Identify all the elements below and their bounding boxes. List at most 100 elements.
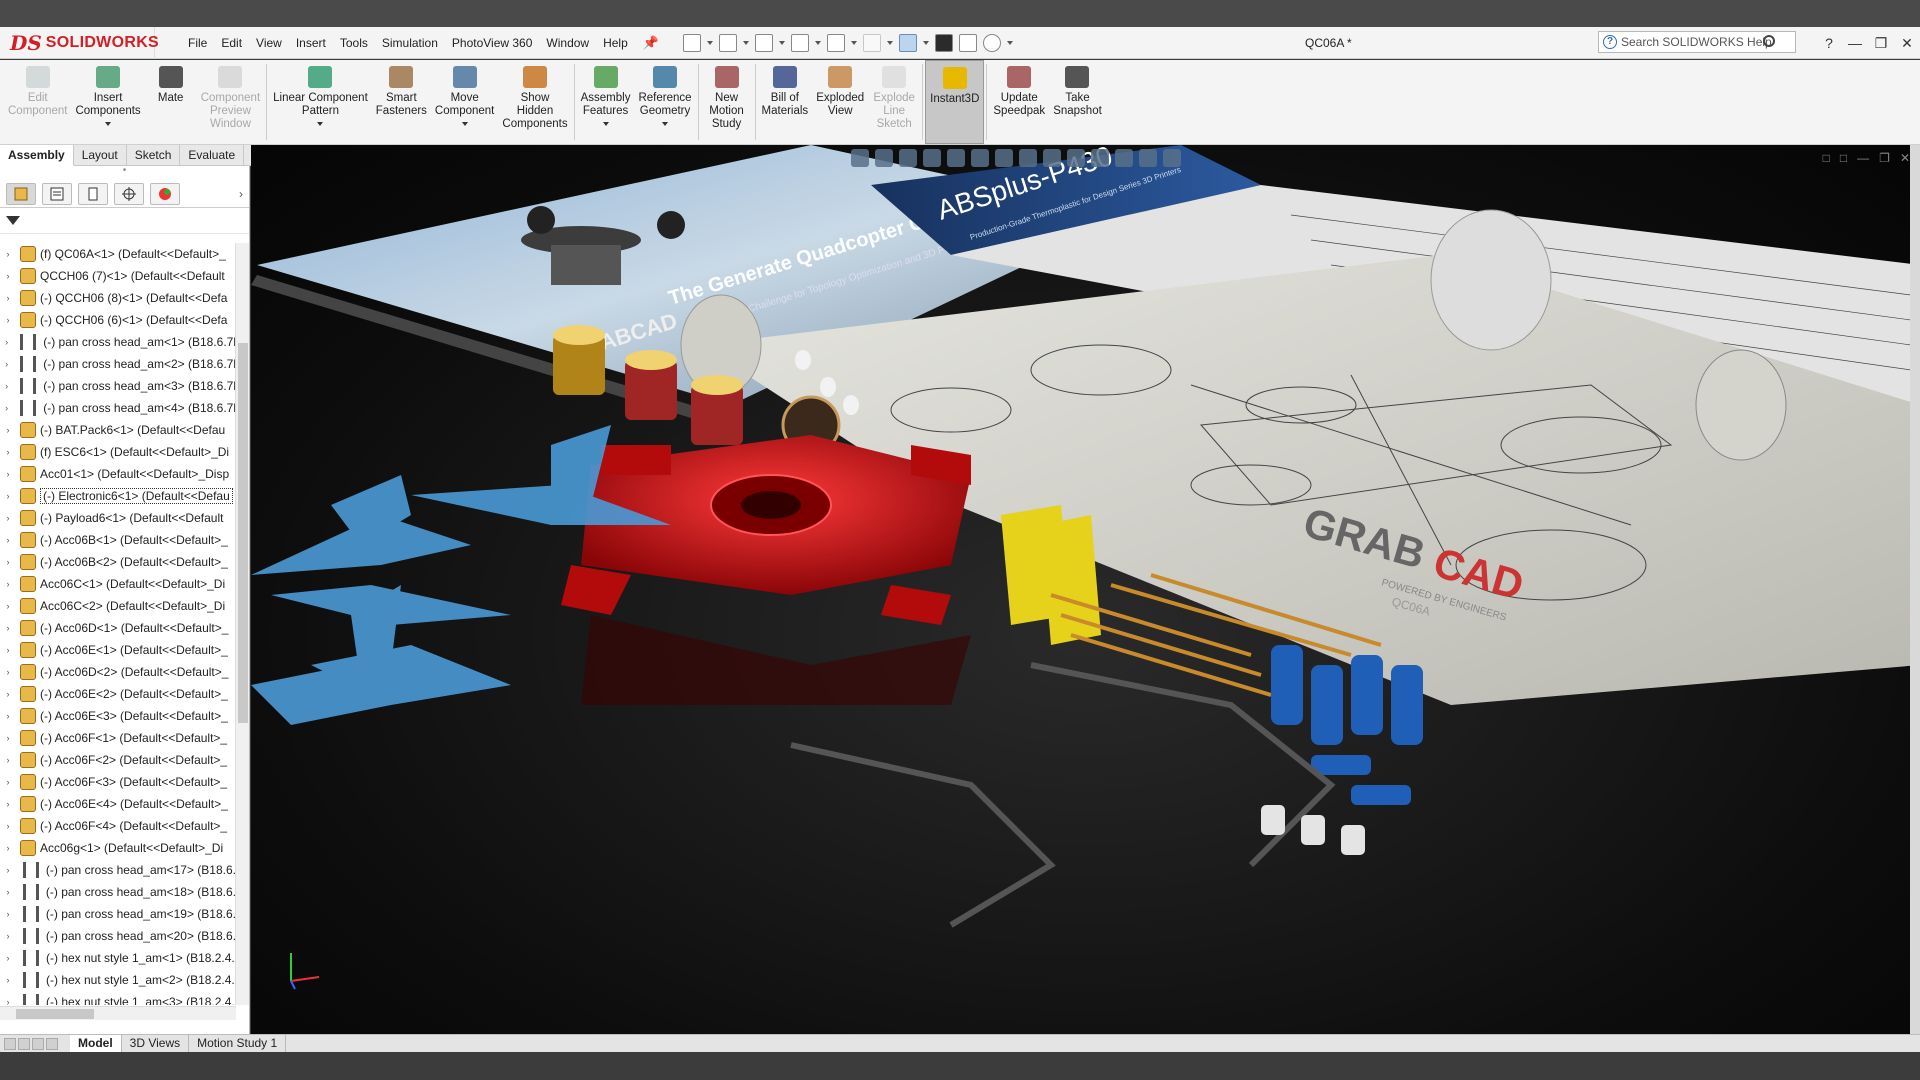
split-view-icon[interactable]: □: [1823, 151, 1830, 165]
expand-arrow-icon[interactable]: ›: [0, 733, 16, 743]
tree-item[interactable]: › QCCH06 (7)<1> (Default<<Default: [0, 265, 236, 287]
expand-arrow-icon[interactable]: ›: [0, 491, 16, 501]
expand-arrow-icon[interactable]: ›: [0, 865, 16, 875]
expand-arrow-icon[interactable]: ›: [0, 381, 13, 391]
menu-edit[interactable]: Edit: [214, 36, 249, 50]
tree-item[interactable]: › (-) Acc06E<1> (Default<<Default>_: [0, 639, 236, 661]
tree-item[interactable]: › (-) hex nut style 1_am<1> (B18.2.4.: [0, 947, 236, 969]
viewport-minimize-icon[interactable]: —: [1857, 151, 1869, 165]
zoom-to-fit-icon[interactable]: [851, 149, 869, 167]
expand-arrow-icon[interactable]: ›: [0, 887, 16, 897]
menu-tools[interactable]: Tools: [333, 36, 375, 50]
tree-item[interactable]: › (-) hex nut style 1_am<3> (B18.2.4.: [0, 991, 236, 1005]
tree-item[interactable]: › (-) pan cross head_am<1> (B18.6.7l: [0, 331, 236, 353]
display-manager-icon[interactable]: [150, 182, 180, 205]
dynamic-annotation-icon[interactable]: [947, 149, 965, 167]
exploded-view-button[interactable]: Exploded View: [812, 60, 868, 144]
chevron-down-icon[interactable]: [706, 40, 713, 45]
tree-item[interactable]: › (-) Payload6<1> (Default<<Default: [0, 507, 236, 529]
bottom-tab-3d-views[interactable]: 3D Views: [122, 1035, 190, 1052]
tree-vertical-scrollbar[interactable]: [235, 243, 249, 1005]
new-motion-study-button[interactable]: New Motion Study: [701, 60, 753, 144]
assembly-features-button[interactable]: Assembly Features: [577, 60, 635, 144]
expand-arrow-icon[interactable]: ›: [0, 843, 16, 853]
task-pane-strip[interactable]: [1910, 145, 1920, 1034]
chevron-down-icon[interactable]: [461, 122, 468, 126]
tree-item[interactable]: › (f) QC06A<1> (Default<<Default>_: [0, 243, 236, 265]
view-settings-icon[interactable]: [1163, 149, 1181, 167]
chevron-down-icon[interactable]: [778, 40, 785, 45]
tree-item[interactable]: › (-) hex nut style 1_am<2> (B18.2.4.: [0, 969, 236, 991]
dimxpert-icon[interactable]: [114, 182, 144, 205]
tree-item[interactable]: › (-) Acc06F<1> (Default<<Default>_: [0, 727, 236, 749]
chevron-down-icon[interactable]: [662, 122, 668, 126]
pin-icon[interactable]: 📌: [643, 35, 659, 51]
first-tab-icon[interactable]: [4, 1037, 16, 1050]
feature-tree-icon[interactable]: [6, 182, 36, 205]
take-snapshot-button[interactable]: Take Snapshot: [1049, 60, 1106, 144]
menu-photoview-360[interactable]: PhotoView 360: [445, 36, 540, 50]
expand-arrow-icon[interactable]: ›: [0, 425, 16, 435]
tree-item[interactable]: › (-) pan cross head_am<2> (B18.6.7l: [0, 353, 236, 375]
tree-item[interactable]: › (-) Acc06E<3> (Default<<Default>_: [0, 705, 236, 727]
save-icon[interactable]: [754, 33, 773, 52]
undo-icon[interactable]: [826, 33, 845, 52]
menu-window[interactable]: Window: [539, 36, 596, 50]
expand-arrow-icon[interactable]: ›: [0, 513, 16, 523]
viewport-restore-icon[interactable]: ❐: [1879, 151, 1890, 165]
expand-arrow-icon[interactable]: ›: [0, 777, 16, 787]
select-arrow-icon[interactable]: [898, 33, 917, 52]
bottom-tab-model[interactable]: Model: [70, 1035, 122, 1052]
move-icon[interactable]: [1019, 149, 1037, 167]
expand-arrow-icon[interactable]: ›: [0, 953, 16, 963]
menu-view[interactable]: View: [249, 36, 289, 50]
tree-item[interactable]: › Acc01<1> (Default<<Default>_Disp: [0, 463, 236, 485]
tab-assembly[interactable]: Assembly: [0, 145, 74, 166]
expand-arrow-icon[interactable]: ›: [0, 623, 16, 633]
expand-arrow-icon[interactable]: ›: [0, 403, 13, 413]
property-manager-icon[interactable]: [42, 182, 72, 205]
expand-arrow-icon[interactable]: ›: [0, 249, 16, 259]
expand-arrow-icon[interactable]: ›: [0, 667, 16, 677]
file-properties-icon[interactable]: [958, 33, 977, 52]
zoom-to-area-icon[interactable]: [875, 149, 893, 167]
options-gear-icon[interactable]: [982, 33, 1001, 52]
previous-view-icon[interactable]: [899, 149, 917, 167]
tree-item[interactable]: › (-) BAT.Pack6<1> (Default<<Defau: [0, 419, 236, 441]
tree-item[interactable]: › (-) Electronic6<1> (Default<<Defau: [0, 485, 236, 507]
expand-arrow-icon[interactable]: ›: [0, 469, 16, 479]
chevron-down-icon[interactable]: [1006, 40, 1013, 45]
display-style-icon[interactable]: [995, 149, 1013, 167]
expand-arrow-icon[interactable]: ›: [0, 293, 16, 303]
menu-insert[interactable]: Insert: [289, 36, 333, 50]
expand-arrow-icon[interactable]: ›: [0, 755, 16, 765]
update-speedpak-button[interactable]: Update Speedpak: [989, 60, 1049, 144]
expand-arrow-icon[interactable]: ›: [0, 799, 16, 809]
tree-item[interactable]: › (-) Acc06F<2> (Default<<Default>_: [0, 749, 236, 771]
tree-item[interactable]: › Acc06C<1> (Default<<Default>_Di: [0, 573, 236, 595]
expand-arrow-icon[interactable]: ›: [0, 337, 13, 347]
last-tab-icon[interactable]: [46, 1037, 58, 1050]
chevron-right-icon[interactable]: ›: [239, 187, 243, 201]
view-orientation-icon[interactable]: [971, 149, 989, 167]
previous-tab-icon[interactable]: [18, 1037, 30, 1050]
tree-item[interactable]: › Acc06C<2> (Default<<Default>_Di: [0, 595, 236, 617]
tab-sketch[interactable]: Sketch: [126, 145, 181, 166]
print-icon[interactable]: [790, 33, 809, 52]
help-icon[interactable]: ?: [1816, 35, 1842, 51]
chevron-down-icon[interactable]: [922, 40, 929, 45]
tree-item[interactable]: › (-) Acc06F<4> (Default<<Default>_: [0, 815, 236, 837]
move-component-button[interactable]: Move Component: [431, 60, 498, 144]
scrollbar-thumb[interactable]: [238, 343, 248, 723]
expand-arrow-icon[interactable]: ›: [0, 271, 16, 281]
expand-arrow-icon[interactable]: ›: [0, 711, 16, 721]
expand-arrow-icon[interactable]: ›: [0, 645, 16, 655]
expand-arrow-icon[interactable]: ›: [0, 601, 16, 611]
reference-geometry-button[interactable]: Reference Geometry: [634, 60, 695, 144]
close-icon[interactable]: ✕: [1894, 35, 1920, 52]
tree-item[interactable]: › (-) Acc06F<3> (Default<<Default>_: [0, 771, 236, 793]
expand-arrow-icon[interactable]: ›: [0, 909, 16, 919]
hide-show-items-icon[interactable]: [1091, 149, 1109, 167]
linear-component-pattern-button[interactable]: Linear Component Pattern: [269, 60, 372, 144]
tree-horizontal-scrollbar[interactable]: [0, 1006, 236, 1020]
